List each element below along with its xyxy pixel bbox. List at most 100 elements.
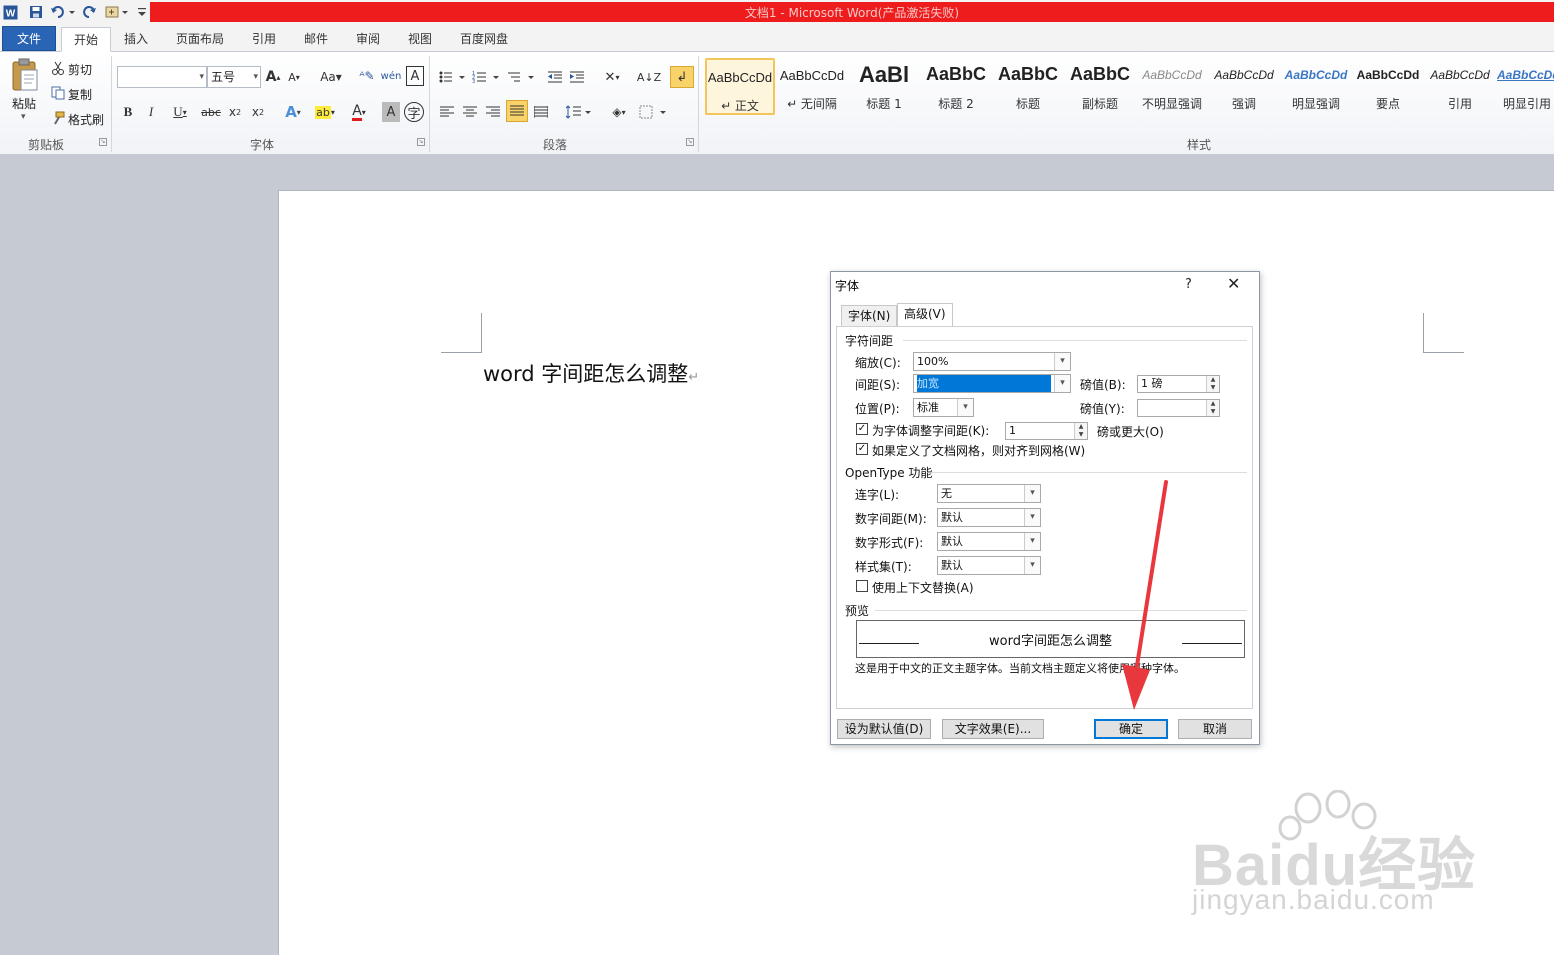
kerning-spinner[interactable]: 1 ▲ ▼ xyxy=(1005,422,1088,440)
cancel-button[interactable]: 取消 xyxy=(1178,719,1252,739)
position-by-spinner[interactable]: ▲ ▼ xyxy=(1137,399,1220,417)
tab-view[interactable]: 视图 xyxy=(396,27,444,52)
cut-label[interactable]: 剪切 xyxy=(68,61,92,78)
show-hide-marks-icon[interactable]: ↲ xyxy=(670,66,694,88)
phonetic-guide-icon[interactable]: wén xyxy=(381,66,402,86)
paste-label[interactable]: 粘贴 xyxy=(12,95,36,112)
format-painter-icon[interactable] xyxy=(50,110,66,126)
underline-icon[interactable]: U ▾ xyxy=(166,102,194,122)
scale-combo[interactable]: 100% ▾ xyxy=(913,352,1071,371)
ok-button[interactable]: 确定 xyxy=(1094,719,1168,739)
strikethrough-icon[interactable]: abc xyxy=(200,102,222,122)
spinner-arrows-icon[interactable]: ▲ ▼ xyxy=(1206,400,1219,416)
quick-access-menu-icon[interactable] xyxy=(136,3,148,21)
tab-review[interactable]: 审阅 xyxy=(344,27,392,52)
font-launcher-icon[interactable]: ↘ xyxy=(417,138,425,146)
distribute-icon[interactable] xyxy=(532,102,550,122)
borders-icon[interactable] xyxy=(638,102,668,122)
style-title[interactable]: AaBbC 标题 xyxy=(993,58,1063,115)
shading-icon[interactable]: ◈ ▾ xyxy=(604,102,634,122)
style-heading-2[interactable]: AaBbC 标题 2 xyxy=(921,58,991,115)
customize-icon[interactable] xyxy=(104,3,130,21)
font-size-combo[interactable]: 五号 ▾ xyxy=(207,66,261,88)
word-app-icon[interactable]: W xyxy=(2,3,18,21)
cut-icon[interactable] xyxy=(50,60,66,76)
style-intense-emphasis[interactable]: AaBbCcDd 明显强调 xyxy=(1281,58,1351,115)
text-effects-button[interactable]: 文字效果(E)... xyxy=(942,719,1044,739)
shrink-font-icon[interactable]: A ▾ xyxy=(286,68,302,86)
tab-mailings[interactable]: 邮件 xyxy=(292,27,340,52)
paste-dropdown-icon[interactable]: ▾ xyxy=(21,112,26,122)
multilevel-list-icon[interactable] xyxy=(506,67,536,87)
bold-icon[interactable]: B xyxy=(120,102,136,122)
justify-icon[interactable] xyxy=(506,100,528,122)
numbering-icon[interactable]: 123 xyxy=(471,67,501,87)
tab-insert[interactable]: 插入 xyxy=(112,27,160,52)
tab-baidu-netdisk[interactable]: 百度网盘 xyxy=(448,27,520,52)
font-color-icon[interactable]: A ▾ xyxy=(345,102,373,122)
kerning-checkbox[interactable]: ✓ xyxy=(856,423,868,435)
paste-icon[interactable] xyxy=(8,56,42,96)
align-center-icon[interactable] xyxy=(461,102,479,122)
tab-file[interactable]: 文件 xyxy=(2,26,56,51)
number-forms-combo[interactable]: 默认 ▾ xyxy=(937,532,1041,551)
spinner-arrows-icon[interactable]: ▲ ▼ xyxy=(1074,423,1087,439)
style-emphasis[interactable]: AaBbCcDd 强调 xyxy=(1209,58,1279,115)
subscript-icon[interactable]: x2 xyxy=(226,102,244,122)
tab-home[interactable]: 开始 xyxy=(61,27,112,52)
change-case-icon[interactable]: Aa▾ xyxy=(318,68,344,86)
sort-icon[interactable]: A↓Z xyxy=(637,67,661,87)
text-effects-icon[interactable]: A ▾ xyxy=(280,102,306,122)
highlight-icon[interactable]: ab ▾ xyxy=(311,102,339,122)
bullets-icon[interactable] xyxy=(438,67,466,87)
undo-icon[interactable] xyxy=(49,3,77,21)
character-shading-icon[interactable]: A xyxy=(382,102,400,122)
tab-page-layout[interactable]: 页面布局 xyxy=(164,27,236,52)
spinner-arrows-icon[interactable]: ▲ ▼ xyxy=(1206,376,1219,392)
copy-label[interactable]: 复制 xyxy=(68,86,92,103)
position-combo[interactable]: 标准 ▾ xyxy=(913,398,974,417)
align-right-icon[interactable] xyxy=(484,102,502,122)
grow-font-icon[interactable]: A ▴ xyxy=(265,68,281,86)
tab-references[interactable]: 引用 xyxy=(240,27,288,52)
clear-format-icon[interactable]: ᴬ✎ xyxy=(358,66,376,86)
close-icon[interactable]: ✕ xyxy=(1227,274,1240,293)
set-default-button[interactable]: 设为默认值(D) xyxy=(837,719,931,739)
character-border-icon[interactable]: A xyxy=(406,66,424,86)
contextual-alternates-checkbox[interactable] xyxy=(856,580,868,592)
preview-heading: 预览 xyxy=(845,604,870,618)
style-normal[interactable]: AaBbCcDd ↵ 正文 xyxy=(705,58,775,115)
style-intense-quote[interactable]: AaBbCcDd 明显引用 xyxy=(1497,58,1554,115)
style-subtle-emphasis[interactable]: AaBbCcDd 不明显强调 xyxy=(1137,58,1207,115)
spacing-by-spinner[interactable]: 1 磅 ▲ ▼ xyxy=(1137,375,1220,393)
style-strong[interactable]: AaBbCcDd 要点 xyxy=(1353,58,1423,115)
style-no-spacing[interactable]: AaBbCcDd ↵ 无间隔 xyxy=(777,58,847,115)
redo-icon[interactable] xyxy=(82,3,98,21)
paragraph-launcher-icon[interactable]: ↘ xyxy=(686,138,694,146)
font-name-combo[interactable]: ▾ xyxy=(117,66,207,88)
stylistic-sets-combo[interactable]: 默认 ▾ xyxy=(937,556,1041,575)
snap-to-grid-checkbox[interactable]: ✓ xyxy=(856,443,868,455)
italic-icon[interactable]: I xyxy=(143,102,159,122)
tab-advanced[interactable]: 高级(V) xyxy=(897,303,953,327)
style-quote[interactable]: AaBbCcDd 引用 xyxy=(1425,58,1495,115)
number-spacing-combo[interactable]: 默认 ▾ xyxy=(937,508,1041,527)
copy-icon[interactable] xyxy=(50,85,66,101)
document-text[interactable]: word 字间距怎么调整↵ xyxy=(483,358,699,388)
clipboard-launcher-icon[interactable]: ↘ xyxy=(99,138,107,146)
align-left-icon[interactable] xyxy=(438,102,456,122)
increase-indent-icon[interactable] xyxy=(568,67,586,87)
help-icon[interactable]: ? xyxy=(1185,277,1192,292)
format-painter-label[interactable]: 格式刷 xyxy=(68,111,104,128)
enclose-characters-icon[interactable]: 字 xyxy=(404,102,424,122)
ligatures-combo[interactable]: 无 ▾ xyxy=(937,484,1041,503)
chinese-layout-icon[interactable]: ✕ ▾ xyxy=(598,67,626,87)
style-subtitle[interactable]: AaBbC 副标题 xyxy=(1065,58,1135,115)
line-spacing-icon[interactable] xyxy=(564,102,592,122)
save-icon[interactable] xyxy=(27,3,45,21)
superscript-icon[interactable]: x2 xyxy=(249,102,267,122)
style-heading-1[interactable]: AaBl 标题 1 xyxy=(849,58,919,115)
tab-font[interactable]: 字体(N) xyxy=(841,305,898,327)
decrease-indent-icon[interactable] xyxy=(546,67,564,87)
spacing-combo[interactable]: 加宽 ▾ xyxy=(913,374,1071,393)
